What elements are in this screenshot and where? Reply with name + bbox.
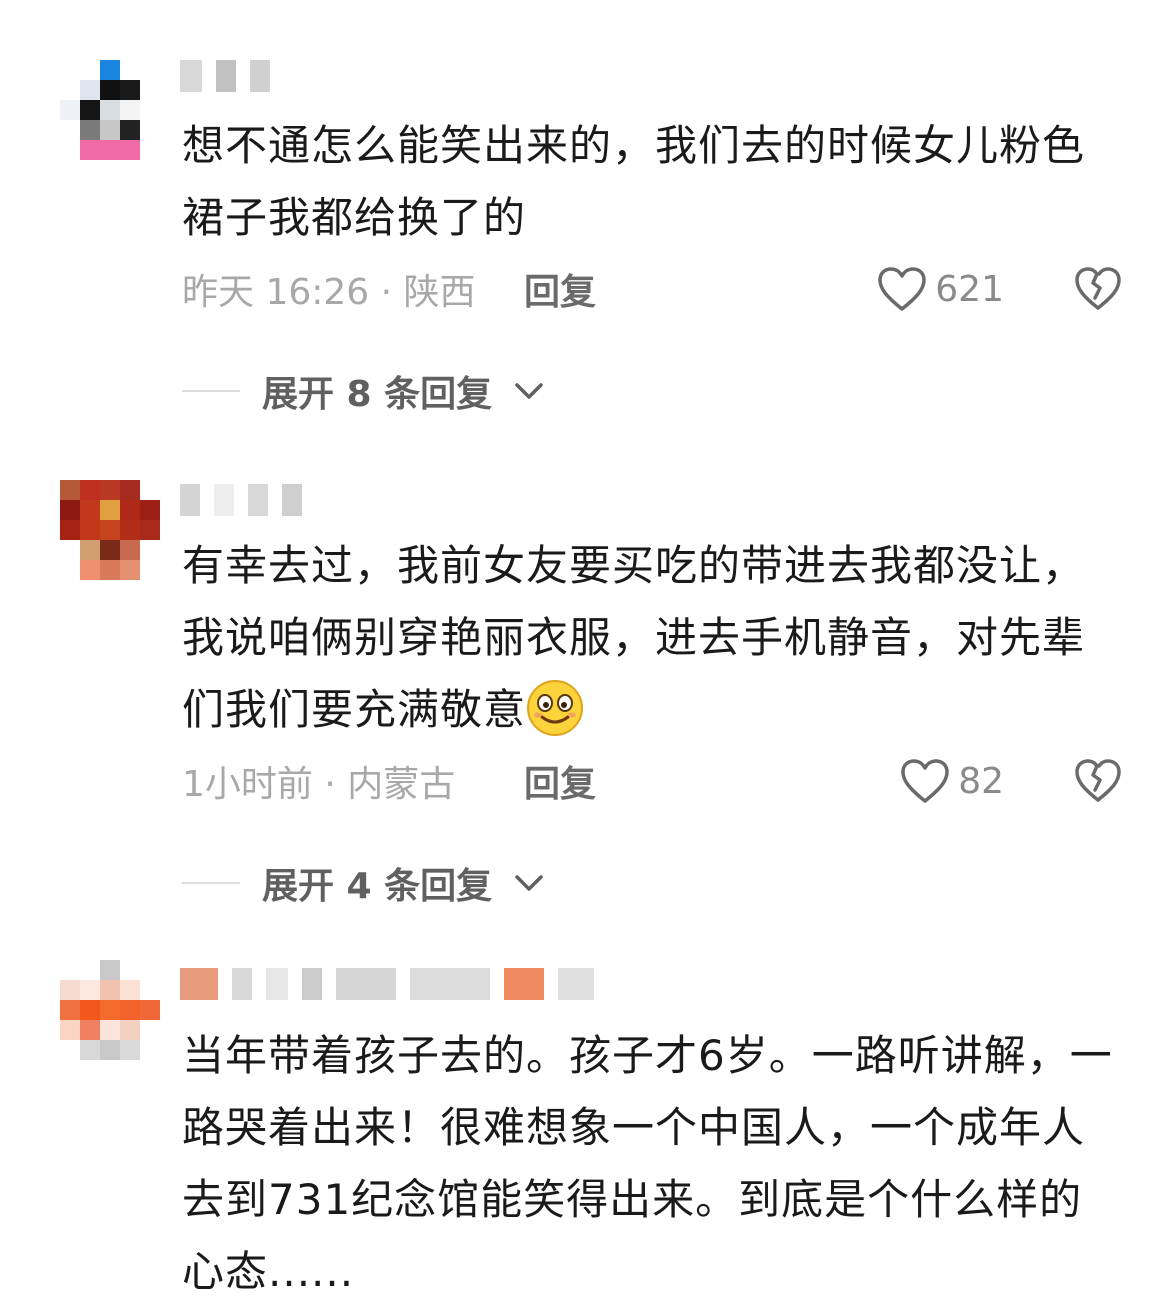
dislike-button[interactable] — [1074, 266, 1122, 312]
avatar[interactable] — [60, 480, 160, 580]
expand-replies-label: 展开 4 条回复 — [262, 866, 493, 907]
broken-heart-icon — [1075, 267, 1121, 310]
heart-outline-icon — [901, 759, 949, 803]
broken-heart-icon — [1075, 759, 1121, 802]
expand-replies-button[interactable]: 展开 8 条回复 — [182, 366, 544, 416]
comment-text: 想不通怎么能笑出来的，我们去的时候女儿粉色裙子我都给换了的 — [182, 121, 1086, 242]
expand-replies-label: 展开 8 条回复 — [262, 374, 493, 415]
chevron-down-icon — [515, 875, 543, 891]
like-count: 621 — [935, 268, 1004, 310]
comment-time-location: 昨天 16:26 · 陕西 — [182, 272, 476, 313]
comment-meta: 昨天 16:26 · 陕西 回复 621 — [182, 264, 1122, 314]
username-redacted[interactable] — [180, 58, 270, 94]
dislike-button[interactable] — [1074, 758, 1122, 804]
like-count: 82 — [958, 760, 1004, 802]
comment-text-body: 有幸去过，我前女友要买吃的带进去我都没让，我说咱俩别穿艳丽衣服，进去手机静音，对… — [182, 541, 1086, 734]
reply-button[interactable]: 回复 — [524, 755, 596, 807]
heart-outline-icon — [878, 267, 927, 311]
avatar[interactable] — [60, 960, 160, 1060]
chevron-down-icon — [515, 383, 543, 399]
username-redacted[interactable] — [180, 482, 302, 518]
avatar[interactable] — [60, 60, 160, 160]
username-redacted[interactable] — [180, 966, 594, 1002]
divider — [182, 390, 240, 392]
smile-emoji-icon — [527, 679, 584, 736]
like-button[interactable]: 621 — [877, 266, 1004, 312]
comment-meta: 1小时前 · 内蒙古 回复 82 — [182, 756, 1122, 806]
comment-time-location: 1小时前 · 内蒙古 — [182, 764, 456, 805]
divider — [182, 882, 240, 884]
comment-text: 当年带着孩子去的。孩子才6岁。一路听讲解，一路哭着出来！很难想象一个中国人，一个… — [182, 1031, 1113, 1296]
comment-text: 有幸去过，我前女友要买吃的带进去我都没让，我说咱俩别穿艳丽衣服，进去手机静音，对… — [182, 530, 1122, 746]
expand-replies-button[interactable]: 展开 4 条回复 — [182, 858, 544, 908]
like-button[interactable]: 82 — [900, 758, 1004, 804]
reply-button[interactable]: 回复 — [524, 263, 596, 315]
